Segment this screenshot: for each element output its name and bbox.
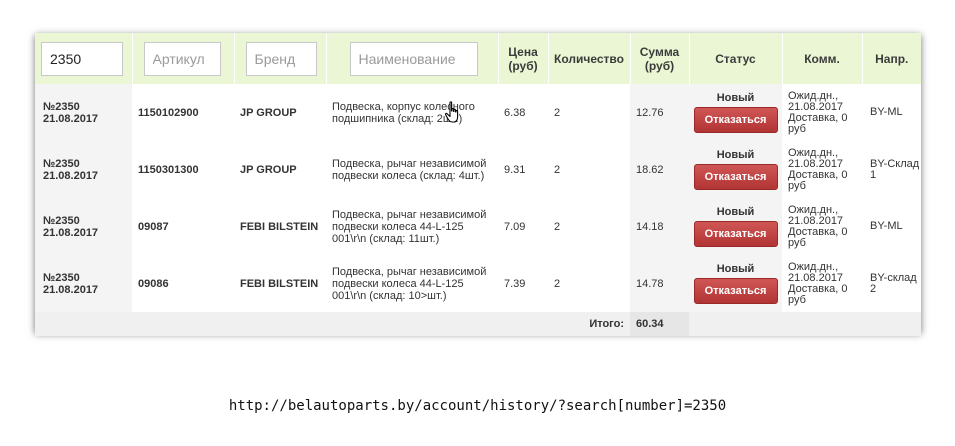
brand-cell: JP GROUP (240, 163, 297, 176)
product-name-cell: Подвеска, корпус колесного подшипника (с… (332, 100, 475, 125)
article-input[interactable] (143, 41, 221, 76)
table-row: №2350 21.08.2017 09087 FEBI BILSTEIN Под… (35, 198, 921, 255)
article-cell: 09087 (138, 220, 169, 233)
status-badge: Новый (716, 263, 755, 275)
direction-header: Напр. (875, 51, 909, 66)
direction-cell: BY-Склад 1 (870, 157, 920, 181)
page-url: http://belautoparts.by/account/history/?… (228, 398, 727, 414)
footer-spacer (689, 312, 921, 336)
article-cell: 1150301300 (138, 163, 199, 176)
filter-brand-cell (234, 33, 327, 84)
cancel-order-button[interactable]: Отказаться (693, 278, 778, 304)
sum-cell: 18.62 (630, 141, 689, 198)
order-date: 21.08.2017 (43, 283, 99, 296)
table-header-row: Цена (руб) Количество Сумма (руб) Статус… (35, 33, 921, 84)
name-input[interactable] (349, 41, 478, 76)
status-badge: Новый (716, 149, 755, 161)
direction-cell: BY-склад 2 (870, 271, 917, 295)
filter-article-cell (132, 33, 235, 84)
order-history-table: Цена (руб) Количество Сумма (руб) Статус… (35, 33, 921, 336)
comment-cell: Ожид.дн., 21.08.2017 Доставка, 0 руб (788, 89, 848, 135)
product-name-cell: Подвеска, рычаг независимой подвески кол… (332, 265, 487, 302)
order-number: №2350 (43, 157, 80, 170)
order-date: 21.08.2017 (43, 169, 99, 182)
price-cell: 6.38 (504, 106, 526, 119)
order-number-cell: №2350 21.08.2017 (35, 255, 132, 312)
quantity-header: Количество (548, 33, 631, 84)
status-cell: Новый Отказаться (689, 198, 782, 255)
hand-pointer-icon (444, 101, 459, 123)
comment-cell: Ожид.дн., 21.08.2017 Доставка, 0 руб (788, 146, 848, 192)
sum-cell: 14.18 (630, 198, 689, 255)
filter-name-cell (326, 33, 499, 84)
order-number-cell: №2350 21.08.2017 (35, 198, 132, 255)
brand-cell: FEBI BILSTEIN (240, 220, 319, 233)
total-value: 60.34 (630, 312, 689, 336)
quantity-cell: 2 (554, 106, 561, 119)
comment-header: Комм. (782, 33, 863, 84)
status-cell: Новый Отказаться (689, 255, 782, 312)
order-date: 21.08.2017 (43, 112, 99, 125)
price-header: Цена (руб) (498, 33, 549, 84)
table-row: №2350 21.08.2017 1150102900 JP GROUP Под… (35, 84, 921, 141)
order-history-panel: Цена (руб) Количество Сумма (руб) Статус… (35, 33, 921, 336)
price-cell: 7.39 (504, 277, 526, 290)
total-label: Итого: (589, 318, 624, 330)
order-number: №2350 (43, 100, 80, 113)
comment-cell: Ожид.дн., 21.08.2017 Доставка, 0 руб (788, 260, 848, 306)
table-row: №2350 21.08.2017 09086 FEBI BILSTEIN Под… (35, 255, 921, 312)
order-date: 21.08.2017 (43, 226, 99, 239)
product-name-cell: Подвеска, рычаг независимой подвески кол… (332, 208, 487, 245)
sum-header: Сумма (руб) (630, 33, 690, 84)
order-number-cell: №2350 21.08.2017 (35, 84, 132, 141)
order-number-input[interactable] (41, 41, 123, 76)
quantity-cell: 2 (554, 163, 561, 176)
cancel-order-button[interactable]: Отказаться (693, 164, 778, 190)
product-name-cell: Подвеска, рычаг независимой подвески кол… (332, 157, 487, 182)
order-number: №2350 (43, 271, 80, 284)
direction-cell: BY-ML (870, 220, 903, 232)
direction-cell: BY-ML (870, 106, 903, 118)
filter-number-cell (35, 33, 133, 84)
status-badge: Новый (716, 92, 755, 104)
sum-cell: 12.76 (630, 84, 689, 141)
price-cell: 9.31 (504, 163, 526, 176)
brand-input[interactable] (245, 41, 317, 76)
status-header: Статус (689, 33, 783, 84)
article-cell: 09086 (138, 277, 169, 290)
status-badge: Новый (716, 206, 755, 218)
brand-cell: FEBI BILSTEIN (240, 277, 319, 290)
price-cell: 7.09 (504, 220, 526, 233)
comment-cell: Ожид.дн., 21.08.2017 Доставка, 0 руб (788, 203, 848, 249)
status-cell: Новый Отказаться (689, 141, 782, 198)
article-cell: 1150102900 (138, 106, 199, 119)
order-number-cell: №2350 21.08.2017 (35, 141, 132, 198)
sum-cell: 14.78 (630, 255, 689, 312)
order-number: №2350 (43, 214, 80, 227)
quantity-cell: 2 (554, 220, 561, 233)
quantity-cell: 2 (554, 277, 561, 290)
cancel-order-button[interactable]: Отказаться (693, 107, 778, 133)
cancel-order-button[interactable]: Отказаться (693, 221, 778, 247)
status-cell: Новый Отказаться (689, 84, 782, 141)
brand-cell: JP GROUP (240, 106, 297, 119)
table-row: №2350 21.08.2017 1150301300 JP GROUP Под… (35, 141, 921, 198)
table-footer-row: Итого: 60.34 (35, 312, 921, 336)
